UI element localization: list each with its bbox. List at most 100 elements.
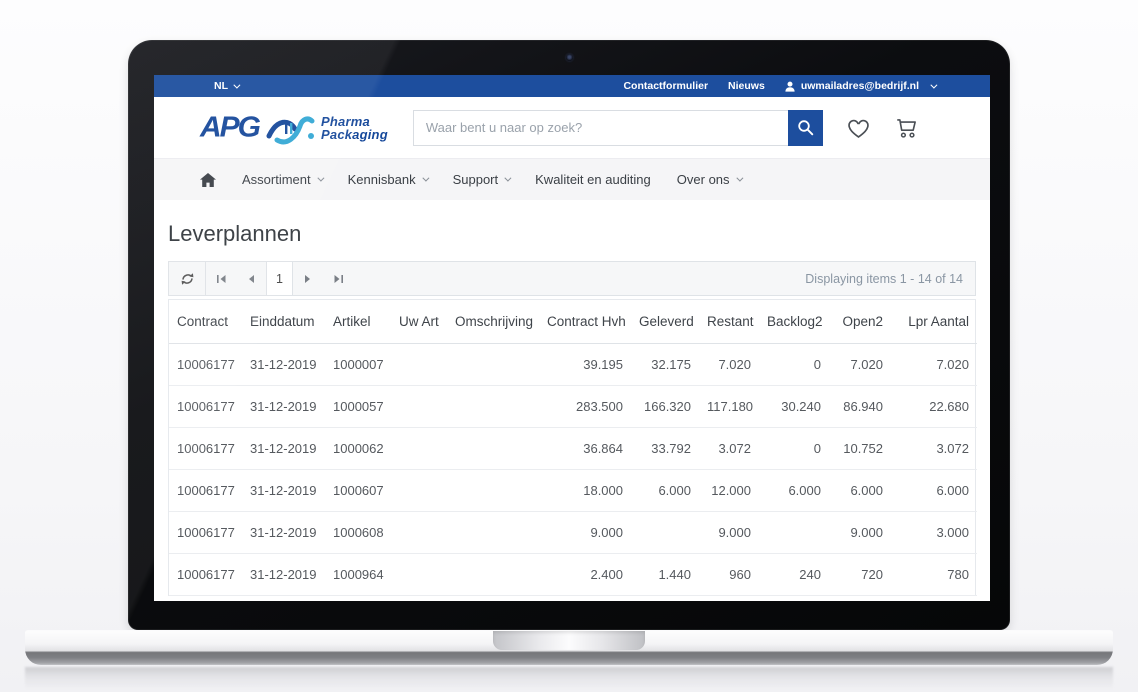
user-account-menu[interactable]: uwmailadres@bedrijf.nl: [785, 80, 935, 92]
main-navigation: Assortiment Kennisbank Support Kwaliteit…: [154, 158, 990, 200]
logo-acronym: APG: [200, 111, 259, 143]
laptop-mockup: NL Contactformulier Nieuws uwmailadres@b…: [0, 0, 1138, 692]
column-header-backlog2[interactable]: Backlog2: [759, 300, 829, 343]
column-header-einddatum[interactable]: Einddatum: [242, 300, 325, 343]
first-page-icon: [216, 274, 227, 284]
cell-contract-hvh: 36.864: [539, 427, 631, 469]
table-row[interactable]: 10006177 31-12-2019 1000608 9.000 9.000: [169, 511, 977, 553]
cell-contract: 10006177: [169, 427, 242, 469]
cell-artikel: 1000608: [325, 511, 391, 553]
cell-open2: 720: [829, 553, 891, 595]
previous-page-icon: [247, 274, 255, 284]
next-page-button[interactable]: [293, 262, 323, 295]
user-email: uwmailadres@bedrijf.nl: [801, 80, 919, 92]
cell-backlog2: 30.240: [759, 385, 829, 427]
company-logo[interactable]: APG Pharma Packaging: [200, 111, 388, 145]
nav-item-kwaliteit[interactable]: Kwaliteit en auditing: [535, 172, 651, 187]
next-page-icon: [304, 274, 312, 284]
nav-label: Kwaliteit en auditing: [535, 172, 651, 187]
nav-item-kennisbank[interactable]: Kennisbank: [348, 172, 427, 187]
previous-page-button[interactable]: [236, 262, 266, 295]
search-icon: [797, 119, 814, 136]
cell-contract: 10006177: [169, 469, 242, 511]
cell-backlog2: 0: [759, 427, 829, 469]
cell-geleverd: 166.320: [631, 385, 699, 427]
language-label: NL: [214, 80, 228, 92]
cell-einddatum: 31-12-2019: [242, 427, 325, 469]
laptop-lid-notch: [493, 631, 645, 650]
cell-contract-hvh: 2.400: [539, 553, 631, 595]
cell-artikel: 1000057: [325, 385, 391, 427]
nav-label: Assortiment: [242, 172, 311, 187]
search-button[interactable]: [788, 110, 823, 146]
cell-restant: 12.000: [699, 469, 759, 511]
search-bar: [413, 110, 823, 146]
site-header: APG Pharma Packaging: [154, 97, 990, 158]
column-header-contract-hvh[interactable]: Contract Hvh: [539, 300, 631, 343]
column-header-restant[interactable]: Restant: [699, 300, 759, 343]
column-header-uw-art[interactable]: Uw Art: [391, 300, 447, 343]
table-row[interactable]: 10006177 31-12-2019 1000057 283.500 166.…: [169, 385, 977, 427]
logo-brand-text: Pharma Packaging: [321, 115, 388, 141]
cell-geleverd: 6.000: [631, 469, 699, 511]
language-switcher[interactable]: NL: [214, 80, 238, 92]
cell-restant: 960: [699, 553, 759, 595]
cell-einddatum: 31-12-2019: [242, 469, 325, 511]
news-link[interactable]: Nieuws: [728, 80, 765, 92]
shopping-cart-icon: [894, 115, 920, 140]
cell-open2: 9.000: [829, 511, 891, 553]
cell-restant: 7.020: [699, 343, 759, 385]
table-row[interactable]: 10006177 31-12-2019 1000062 36.864 33.79…: [169, 427, 977, 469]
laptop-base: [25, 630, 1113, 665]
nav-item-support[interactable]: Support: [453, 172, 510, 187]
current-page-indicator[interactable]: 1: [266, 262, 293, 295]
search-input[interactable]: [413, 110, 788, 146]
cell-backlog2: 240: [759, 553, 829, 595]
column-header-geleverd[interactable]: Geleverd: [631, 300, 699, 343]
nav-label: Support: [453, 172, 499, 187]
cart-button[interactable]: [894, 115, 920, 140]
cell-contract-hvh: 9.000: [539, 511, 631, 553]
refresh-icon: [180, 272, 195, 286]
nav-home[interactable]: [200, 173, 216, 187]
cell-omschrijving: [447, 385, 539, 427]
cell-artikel: 1000964: [325, 553, 391, 595]
cell-backlog2: 6.000: [759, 469, 829, 511]
heart-icon: [845, 115, 872, 140]
chevron-down-icon: [233, 81, 240, 88]
column-header-omschrijving[interactable]: Omschrijving: [447, 300, 539, 343]
cell-open2: 10.752: [829, 427, 891, 469]
cell-omschrijving: [447, 553, 539, 595]
wishlist-button[interactable]: [845, 115, 872, 140]
column-header-lpr-aantal[interactable]: Lpr Aantal: [891, 300, 977, 343]
chevron-down-icon: [317, 175, 324, 182]
laptop-bezel: NL Contactformulier Nieuws uwmailadres@b…: [128, 40, 1010, 630]
table-row[interactable]: 10006177 31-12-2019 1000007 39.195 32.17…: [169, 343, 977, 385]
nav-item-over-ons[interactable]: Over ons: [677, 172, 741, 187]
last-page-button[interactable]: [323, 262, 353, 295]
dna-helix-icon: [265, 111, 315, 145]
first-page-button[interactable]: [206, 262, 236, 295]
column-header-open2[interactable]: Open2: [829, 300, 891, 343]
cell-contract: 10006177: [169, 343, 242, 385]
cell-restant: 9.000: [699, 511, 759, 553]
delivery-plans-grid: Contract Einddatum Artikel Uw Art Omschr…: [168, 299, 976, 596]
cell-uw-art: [391, 553, 447, 595]
refresh-button[interactable]: [169, 262, 206, 295]
contact-form-link[interactable]: Contactformulier: [623, 80, 708, 92]
cell-einddatum: 31-12-2019: [242, 553, 325, 595]
nav-item-assortiment[interactable]: Assortiment: [242, 172, 322, 187]
webcam-icon: [566, 54, 573, 61]
cell-lpr-aantal: 7.020: [891, 343, 977, 385]
cell-open2: 6.000: [829, 469, 891, 511]
cell-lpr-aantal: 3.000: [891, 511, 977, 553]
cell-contract: 10006177: [169, 385, 242, 427]
chevron-down-icon: [736, 175, 743, 182]
cell-lpr-aantal: 780: [891, 553, 977, 595]
table-row[interactable]: 10006177 31-12-2019 1000964 2.400 1.440 …: [169, 553, 977, 595]
column-header-contract[interactable]: Contract: [169, 300, 242, 343]
table-row[interactable]: 10006177 31-12-2019 1000607 18.000 6.000…: [169, 469, 977, 511]
cell-restant: 117.180: [699, 385, 759, 427]
home-icon: [200, 173, 216, 187]
column-header-artikel[interactable]: Artikel: [325, 300, 391, 343]
